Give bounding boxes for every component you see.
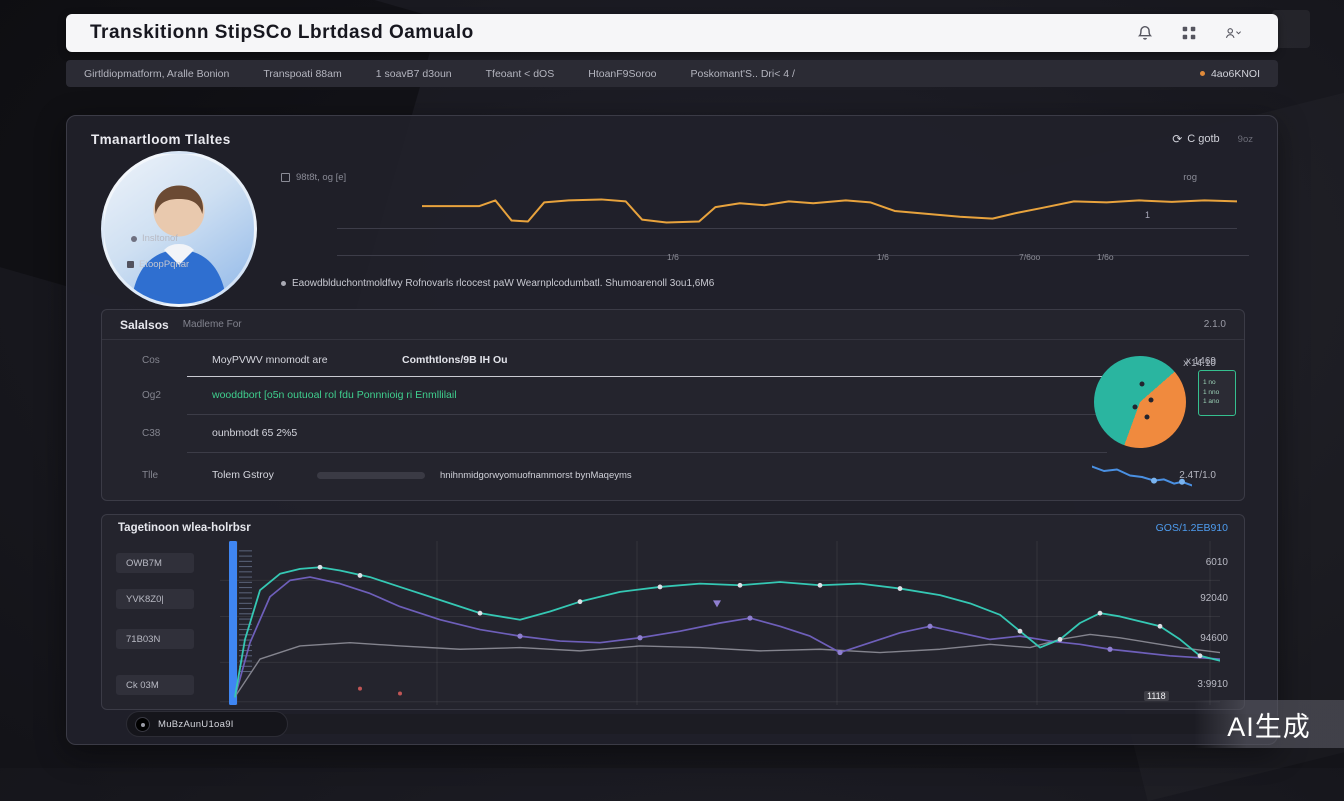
timeline-header: Tagetinoon wlea-holrbsr GOS/1.2EB910 <box>102 515 1244 541</box>
nav-item-1[interactable]: Transpoati 88am <box>263 68 341 80</box>
trend-sparkline-chart <box>1092 462 1192 492</box>
stat-text: Tolem Gstroy <box>212 469 274 481</box>
stat-text: MoyPVWV mnomodt are <box>212 354 328 366</box>
stats-panel: Salalsos Madleme For 2.1.0 Cos MoyPVWV m… <box>101 309 1245 501</box>
panel-header: Tmanartloom Tlaltes ⟳ C gotb 9oz <box>67 116 1277 162</box>
chart-annotation: 1118 <box>1144 691 1169 701</box>
stat-row[interactable]: C38 ounbmodt 65 2%5 <box>102 414 1244 452</box>
nav-item-3[interactable]: Tfeoant < dOS <box>486 68 555 80</box>
y-axis-label[interactable]: Ck 03M <box>116 675 194 695</box>
stats-title: Salalsos <box>120 318 169 332</box>
panel-toggle[interactable]: 9oz <box>1238 134 1253 145</box>
stat-text: ounbmodt 65 2%5 <box>212 427 297 439</box>
stat-key: Tlle <box>142 470 158 481</box>
legend-item: 1 no <box>1203 380 1235 387</box>
series-a-dot-icon <box>131 236 137 242</box>
bell-icon[interactable] <box>1136 24 1154 42</box>
grid-icon[interactable] <box>1180 24 1198 42</box>
user-menu-icon[interactable] <box>1224 24 1242 42</box>
series-a-text: Insltonof <box>142 233 178 244</box>
pie-dot <box>1139 381 1144 386</box>
stat-text-green: wooddbort [o5n outuoal rol fdu Ponnnioig… <box>212 389 457 401</box>
share-pie-chart <box>1094 356 1186 448</box>
panel-title: Tmanartloom Tlaltes <box>91 132 231 147</box>
dashboard-panel: Tmanartloom Tlaltes ⟳ C gotb 9oz 98t8t, … <box>66 115 1278 745</box>
stat-text-bold: Comthtlons/9B IH Ou <box>402 354 508 366</box>
series-label-a[interactable]: Insltonof <box>131 233 178 244</box>
nav-right-status[interactable]: 4ao6KNOI <box>1200 68 1260 80</box>
legend-item: 1 ano <box>1203 399 1235 406</box>
right-axis-value: 94600 <box>1200 633 1228 644</box>
chart-toolbar-left-label: 98t8t, og [e] <box>296 172 346 183</box>
footer-label: MuBzAunU1oa9I <box>158 719 234 730</box>
avatar <box>101 151 257 307</box>
stat-key: Cos <box>142 355 160 366</box>
stat-value: x 14.10 <box>1183 358 1216 369</box>
divider <box>337 228 1237 229</box>
progress-bar <box>317 472 425 479</box>
nav-item-4[interactable]: HtoanF9Soroo <box>588 68 656 80</box>
stat-key: C38 <box>142 428 160 439</box>
axis-label: 7/6oo <box>1019 252 1040 262</box>
description-text: Eaowdblduchontmoldfwy Rofnovarls rlcoces… <box>292 278 714 289</box>
nav-right-label: 4ao6KNOI <box>1211 68 1260 80</box>
nav-bar: Girtldiopmatform, Aralle Bonion Transpoat… <box>66 60 1278 87</box>
right-axis-value: 6010 <box>1206 557 1228 568</box>
right-axis-value: 92040 <box>1200 593 1228 604</box>
nav-item-5[interactable]: Poskomant'S.. Dri< 4 / <box>691 68 795 80</box>
footer-status[interactable]: MuBzAunU1oa9I <box>126 711 288 737</box>
stat-row[interactable]: Cos MoyPVWV mnomodt are Comthtlons/9B IH… <box>102 344 1244 376</box>
status-dot-icon <box>1200 71 1205 76</box>
y-axis-label[interactable]: YVK8Z0| <box>116 589 194 609</box>
refresh-label: C gotb <box>1187 133 1219 145</box>
app-title: Transkitionn StipSCo Lbrtdasd Oamualo <box>90 22 474 44</box>
app-header: Transkitionn StipSCo Lbrtdasd Oamualo <box>66 14 1278 52</box>
refresh-icon: ⟳ <box>1172 132 1182 146</box>
chart-toolbar: 98t8t, og [e] rog <box>281 172 1197 183</box>
y-axis-label[interactable]: OWB7M <box>116 553 194 573</box>
checkbox-icon <box>281 173 290 182</box>
stats-subtitle: Madleme For <box>183 319 242 330</box>
axis-label: 1/6o <box>1097 252 1114 262</box>
y-axis-label[interactable]: 71B03N <box>116 629 194 649</box>
stats-version: 2.1.0 <box>1204 319 1226 330</box>
chart-toolbar-left[interactable]: 98t8t, og [e] <box>281 172 346 183</box>
pie-legend: 1 no 1 nno 1 ano <box>1198 370 1236 416</box>
timeline-panel: Tagetinoon wlea-holrbsr GOS/1.2EB910 OWB… <box>101 514 1245 710</box>
stat-key: Og2 <box>142 390 161 401</box>
right-axis-value: 3:9910 <box>1197 679 1228 690</box>
timeline-link[interactable]: GOS/1.2EB910 <box>1156 522 1228 534</box>
panel-description: Eaowdblduchontmoldfwy Rofnovarls rlcoces… <box>281 278 714 289</box>
activity-line-chart <box>422 186 1237 234</box>
pie-dot <box>1149 398 1154 403</box>
axis-label: 1/6 <box>667 252 679 262</box>
nav-item-0[interactable]: Girtldiopmatform, Aralle Bonion <box>84 68 229 80</box>
progress-note: hnihnmidgorwyomuofnammorst bynMaqeyms <box>440 470 632 481</box>
nav-items: Girtldiopmatform, Aralle Bonion Transpoat… <box>84 68 795 80</box>
stat-row[interactable]: Og2 wooddbort [o5n outuoal rol fdu Ponnn… <box>102 376 1244 414</box>
panel-header-actions: ⟳ C gotb 9oz <box>1172 132 1253 146</box>
series-label-b[interactable]: EtoopPqnar <box>127 259 189 270</box>
header-icons <box>1136 24 1242 42</box>
timeline-multiseries-chart <box>220 541 1220 705</box>
nav-item-2[interactable]: 1 soavB7 d3oun <box>376 68 452 80</box>
legend-item: 1 nno <box>1203 390 1235 397</box>
axis-label: 1/6 <box>877 252 889 262</box>
stat-row[interactable]: Tlle Tolem Gstroy hnihnmidgorwyomuofnamm… <box>102 452 1244 498</box>
timeline-title: Tagetinoon wlea-holrbsr <box>118 522 251 534</box>
pie-dot <box>1145 414 1150 419</box>
series-b-text: EtoopPqnar <box>139 259 189 270</box>
pie-dot <box>1133 404 1138 409</box>
bullet-icon <box>281 281 286 286</box>
footer-strip <box>280 714 1278 734</box>
stats-header: Salalsos Madleme For 2.1.0 <box>102 310 1244 340</box>
record-icon <box>135 717 150 732</box>
chart-right-mark: 1 <box>1145 210 1150 220</box>
chart-toolbar-right[interactable]: rog <box>1183 172 1197 183</box>
refresh-button[interactable]: ⟳ C gotb <box>1172 132 1219 146</box>
series-b-square-icon <box>127 261 134 268</box>
watermark: AI生成 <box>1194 700 1344 748</box>
